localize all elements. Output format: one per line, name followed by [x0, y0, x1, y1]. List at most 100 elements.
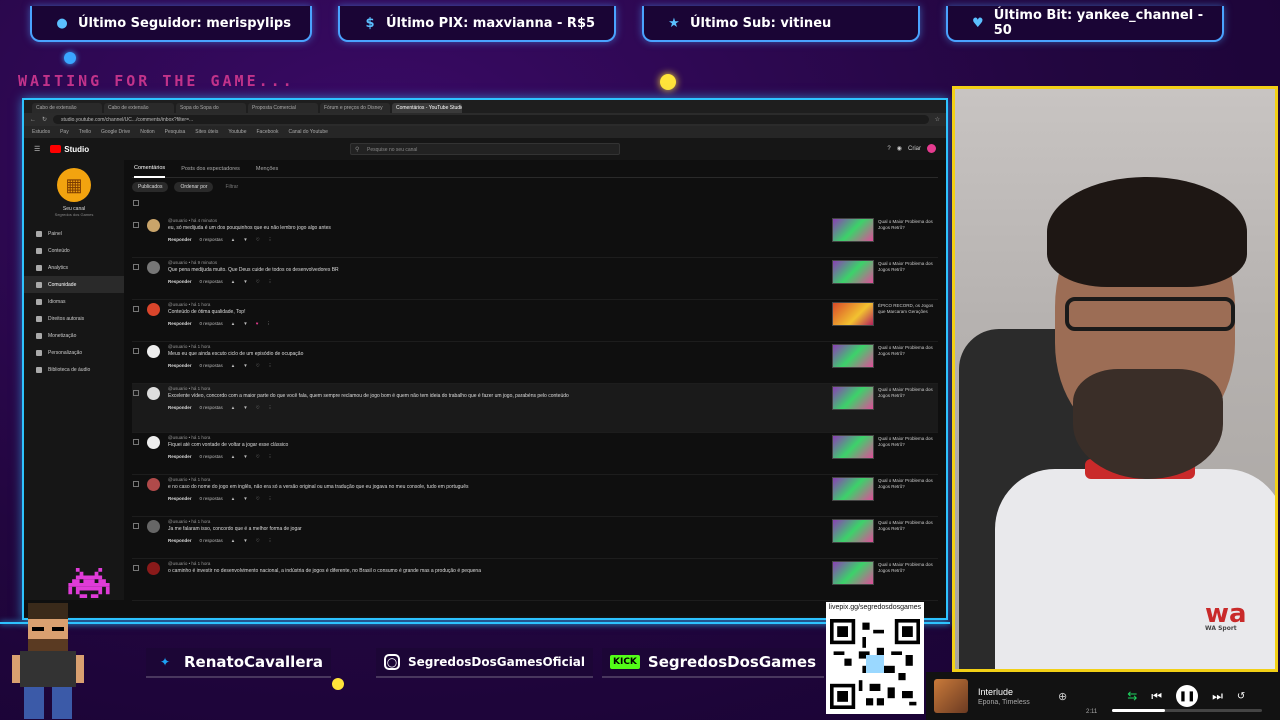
tab-viewer-posts[interactable]: Posts dos espectadores [181, 160, 240, 178]
dislike-icon[interactable]: ▼ [243, 363, 247, 368]
commenter-avatar[interactable] [147, 436, 160, 449]
help-icon[interactable]: ? [887, 146, 890, 152]
video-title[interactable]: Qual o Maior Problema dos Jogos Retrô? [874, 517, 938, 558]
video-title[interactable]: Qual o Maior Problema dos Jogos Retrô? [874, 342, 938, 383]
more-icon[interactable]: ⋮ [268, 237, 273, 243]
like-icon[interactable]: ▲ [231, 454, 235, 459]
video-title[interactable]: Qual o Maior Problema dos Jogos Retrô? [874, 559, 938, 600]
video-thumbnail[interactable] [832, 561, 874, 585]
select-all-checkbox[interactable] [133, 200, 139, 206]
dislike-icon[interactable]: ▼ [243, 454, 247, 459]
heart-icon[interactable]: ♡ [256, 279, 260, 285]
reply-button[interactable]: Responder [168, 279, 192, 284]
album-cover[interactable] [934, 679, 968, 713]
comment-checkbox[interactable] [133, 565, 139, 571]
reply-button[interactable]: Responder [168, 237, 192, 242]
comment-checkbox[interactable] [133, 348, 139, 354]
like-icon[interactable]: ▲ [231, 237, 235, 242]
repeat-icon[interactable]: ↺ [1237, 691, 1245, 702]
bookmark-item[interactable]: Google Drive [101, 129, 130, 135]
sidebar-item-content[interactable]: Conteúdo [24, 242, 124, 259]
reload-icon[interactable]: ↻ [42, 116, 47, 123]
replies-dropdown[interactable]: 0 respostas [200, 321, 223, 326]
video-thumbnail[interactable] [832, 260, 874, 284]
commenter-avatar[interactable] [147, 520, 160, 533]
url-input[interactable]: studio.youtube.com/channel/UC.../comment… [53, 115, 929, 124]
reply-button[interactable]: Responder [168, 538, 192, 543]
like-icon[interactable]: ▲ [231, 538, 235, 543]
comment-checkbox[interactable] [133, 306, 139, 312]
video-thumbnail[interactable] [832, 386, 874, 410]
sidebar-item-copyright[interactable]: Direitos autorais [24, 310, 124, 327]
shuffle-icon[interactable]: ⇆ [1127, 689, 1137, 703]
heart-icon[interactable]: ♡ [256, 237, 260, 243]
sidebar-item-monetization[interactable]: Monetização [24, 327, 124, 344]
replies-dropdown[interactable]: 0 respostas [200, 538, 223, 543]
tab-comments[interactable]: Comentários [134, 160, 166, 178]
heart-icon[interactable]: ♡ [256, 405, 260, 411]
replies-dropdown[interactable]: 0 respostas [200, 454, 223, 459]
like-icon[interactable]: ▲ [231, 405, 235, 410]
video-title[interactable]: Qual o Maior Problema dos Jogos Retrô? [874, 216, 938, 257]
track-title[interactable]: Interlude [978, 687, 1048, 697]
heart-icon[interactable]: ♡ [256, 363, 260, 369]
video-thumbnail[interactable] [832, 519, 874, 543]
sidebar-item-analytics[interactable]: Analytics [24, 259, 124, 276]
browser-tab[interactable]: Proposta Comercial [248, 103, 318, 113]
video-title[interactable]: Qual o Maior Problema dos Jogos Retrô? [874, 475, 938, 516]
reply-button[interactable]: Responder [168, 363, 192, 368]
comment-checkbox[interactable] [133, 439, 139, 445]
studio-logo[interactable]: Studio [50, 145, 89, 154]
heart-icon[interactable]: ♡ [256, 538, 260, 544]
heart-icon[interactable]: ♡ [256, 496, 260, 502]
heart-icon[interactable]: ♥ [256, 321, 259, 326]
commenter-avatar[interactable] [147, 562, 160, 575]
replies-dropdown[interactable]: 0 respostas [200, 405, 223, 410]
reply-button[interactable]: Responder [168, 454, 192, 459]
replies-dropdown[interactable]: 0 respostas [200, 279, 223, 284]
replies-dropdown[interactable]: 0 respostas [200, 363, 223, 368]
video-thumbnail[interactable] [832, 344, 874, 368]
sidebar-item-dashboard[interactable]: Painel [24, 225, 124, 242]
dislike-icon[interactable]: ▼ [243, 405, 247, 410]
like-icon[interactable]: ▲ [231, 363, 235, 368]
sidebar-item-customization[interactable]: Personalização [24, 344, 124, 361]
more-icon[interactable]: ⋮ [268, 538, 273, 544]
more-icon[interactable]: ⋮ [268, 405, 273, 411]
browser-tab[interactable]: Fórum e preços do Disney [320, 103, 390, 113]
reply-button[interactable]: Responder [168, 321, 192, 326]
track-artist[interactable]: Epona, Timeless [978, 699, 1048, 706]
reply-button[interactable]: Responder [168, 405, 192, 410]
video-title[interactable]: ÉPICO RECORD, os Jogos que Marcaram Gera… [874, 300, 938, 341]
browser-tab-active[interactable]: Comentários - YouTube Studio [392, 103, 462, 113]
more-icon[interactable]: ⋮ [268, 454, 273, 460]
video-thumbnail[interactable] [832, 218, 874, 242]
comment-checkbox[interactable] [133, 390, 139, 396]
bookmark-item[interactable]: Pesquisa [165, 129, 186, 135]
comment-checkbox[interactable] [133, 481, 139, 487]
reply-button[interactable]: Responder [168, 496, 192, 501]
comment-checkbox[interactable] [133, 264, 139, 270]
bookmark-item[interactable]: Sites úteis [195, 129, 218, 135]
add-icon[interactable]: ⊕ [1058, 690, 1067, 703]
browser-tab[interactable]: Cabo de extensão [104, 103, 174, 113]
replies-dropdown[interactable]: 0 respostas [200, 496, 223, 501]
more-icon[interactable]: ⋮ [268, 363, 273, 369]
bookmark-item[interactable]: Trello [79, 129, 91, 135]
video-thumbnail[interactable] [832, 302, 874, 326]
bookmark-item[interactable]: Youtube [228, 129, 246, 135]
commenter-avatar[interactable] [147, 261, 160, 274]
dislike-icon[interactable]: ▼ [243, 321, 247, 326]
progress-bar[interactable] [1112, 709, 1262, 712]
dislike-icon[interactable]: ▼ [243, 279, 247, 284]
video-title[interactable]: Qual o Maior Problema dos Jogos Retrô? [874, 384, 938, 432]
menu-icon[interactable]: ☰ [34, 145, 40, 153]
channel-avatar[interactable]: ▦ [57, 168, 91, 202]
bookmark-item[interactable]: Notion [140, 129, 154, 135]
filter-input[interactable]: Filtrar [219, 182, 244, 192]
like-icon[interactable]: ▲ [231, 279, 235, 284]
commenter-avatar[interactable] [147, 303, 160, 316]
tab-mentions[interactable]: Menções [256, 160, 278, 178]
sidebar-item-audio-library[interactable]: Biblioteca de áudio [24, 361, 124, 378]
studio-search-input[interactable]: ⚲ Pesquise no seu canal [350, 143, 620, 155]
